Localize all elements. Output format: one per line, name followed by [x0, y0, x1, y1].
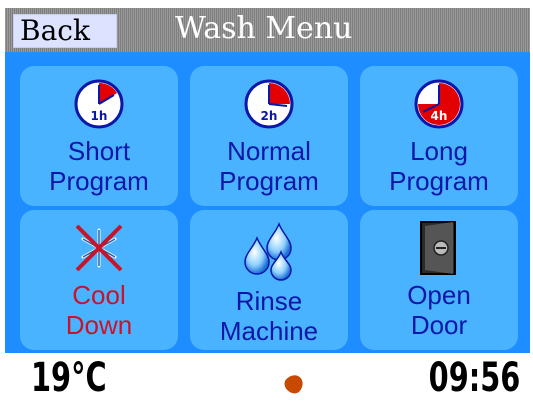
door-icon: [420, 221, 456, 275]
water-drops-icon: [244, 222, 292, 281]
tile-label-line2: Program: [49, 166, 149, 196]
clock-badge: 4h: [431, 109, 448, 123]
tile-label-line2: Program: [219, 166, 319, 196]
title-bar: Back Wash Menu: [5, 8, 530, 52]
screen: Back Wash Menu 1h Short Program 2h Norma…: [5, 8, 530, 403]
clock-badge: 2h: [261, 109, 278, 123]
cool-down-button[interactable]: Cool Down: [20, 210, 178, 350]
clock-readout: 09:56: [428, 355, 520, 401]
short-program-button[interactable]: 1h Short Program: [20, 66, 178, 206]
tile-label-line1: Open: [407, 280, 471, 310]
clock-1h-icon: 1h: [74, 79, 124, 129]
tile-label-line2: Door: [410, 310, 468, 340]
tile-label-line2: Machine: [219, 316, 319, 346]
clock-4h-icon: 4h: [414, 79, 464, 129]
back-button[interactable]: Back: [13, 14, 117, 48]
tile-label-line2: Down: [65, 310, 133, 340]
clock-2h-icon: 2h: [244, 79, 294, 129]
normal-program-button[interactable]: 2h Normal Program: [190, 66, 348, 206]
tile-label-line2: Program: [389, 166, 489, 196]
tile-label-line1: Rinse: [235, 286, 303, 316]
device-frame: Back Wash Menu 1h Short Program 2h Norma…: [0, 0, 533, 405]
tile-label-line1: Long: [410, 136, 468, 166]
clock-badge: 1h: [91, 109, 108, 123]
open-door-button[interactable]: Open Door: [360, 210, 518, 350]
tile-label-line1: Normal: [227, 136, 311, 166]
tile-label-line1: Short: [67, 136, 131, 166]
page-title: Wash Menu: [175, 11, 353, 46]
status-bar: 19°C 09:56: [5, 353, 530, 403]
temperature-readout: 19°C: [31, 355, 107, 401]
snowflake-crossed-icon: [75, 224, 123, 272]
long-program-button[interactable]: 4h Long Program: [360, 66, 518, 206]
rinse-machine-button[interactable]: Rinse Machine: [190, 210, 348, 350]
tile-label-line1: Cool: [72, 280, 126, 310]
status-indicator-dot: [281, 371, 307, 397]
